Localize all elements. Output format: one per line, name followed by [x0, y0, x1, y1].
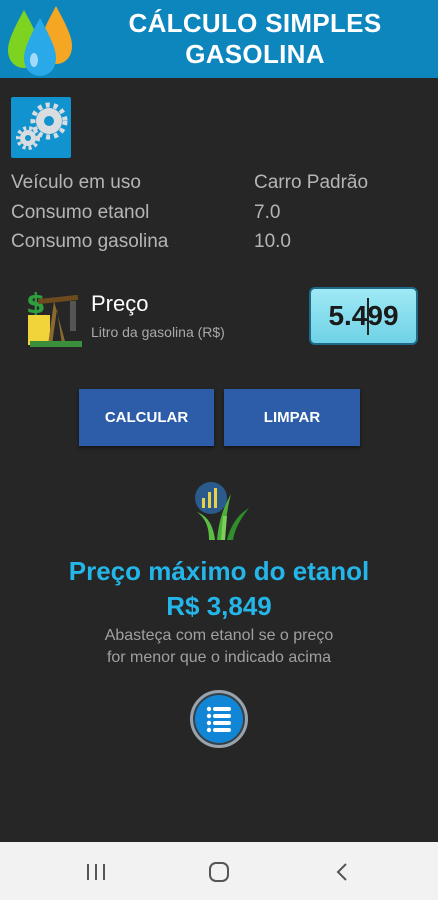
- app-header: CÁLCULO SIMPLES GASOLINA: [0, 0, 438, 78]
- vehicle-value: Carro Padrão: [254, 172, 369, 193]
- oil-pump-money-icon: $: [26, 287, 82, 347]
- price-subtitle: Litro da gasolina (R$): [91, 324, 225, 340]
- back-button[interactable]: [322, 858, 362, 886]
- gasoline-price-input[interactable]: [309, 287, 418, 345]
- clear-button[interactable]: LIMPAR: [224, 389, 360, 446]
- fuel-drops-icon: [8, 6, 72, 76]
- info-row-ethanol: Consumo etanol 7.0: [11, 200, 431, 230]
- app-title: CÁLCULO SIMPLES GASOLINA: [128, 8, 382, 69]
- vehicle-info: Veículo em uso Carro Padrão Consumo etan…: [11, 170, 431, 259]
- list-icon: [206, 706, 231, 733]
- hint-line-1: Abasteça com etanol se o preço: [104, 627, 334, 644]
- list-button[interactable]: [190, 690, 248, 748]
- vehicle-label: Veículo em uso: [11, 172, 141, 193]
- gasoline-consumption-label: Consumo gasolina: [11, 231, 169, 252]
- recents-button[interactable]: [76, 858, 116, 886]
- settings-button[interactable]: [11, 97, 71, 158]
- result-value: R$ 3,849: [166, 591, 272, 621]
- hint-line-2: for menor que o indicado acima: [106, 649, 332, 666]
- result-hint: Abasteça com etanol se o preço for menor…: [0, 625, 438, 669]
- result-title: Preço máximo do etanol: [68, 556, 370, 586]
- calculate-button[interactable]: CALCULAR: [79, 389, 214, 446]
- recents-icon: [87, 864, 105, 880]
- text-cursor: [367, 298, 369, 335]
- system-nav-bar: [0, 842, 438, 900]
- home-icon: [209, 862, 229, 882]
- info-row-vehicle: Veículo em uso Carro Padrão: [11, 170, 431, 200]
- ethanol-consumption-value: 7.0: [254, 201, 281, 223]
- info-row-gasoline: Consumo gasolina 10.0: [11, 229, 431, 259]
- price-title: Preço: [91, 291, 149, 316]
- sugarcane-chart-icon: [195, 482, 249, 540]
- back-icon: [336, 863, 347, 881]
- ethanol-consumption-label: Consumo etanol: [11, 201, 150, 223]
- home-button[interactable]: [199, 858, 239, 886]
- gasoline-consumption-value: 10.0: [254, 231, 291, 252]
- gears-icon: [16, 102, 68, 150]
